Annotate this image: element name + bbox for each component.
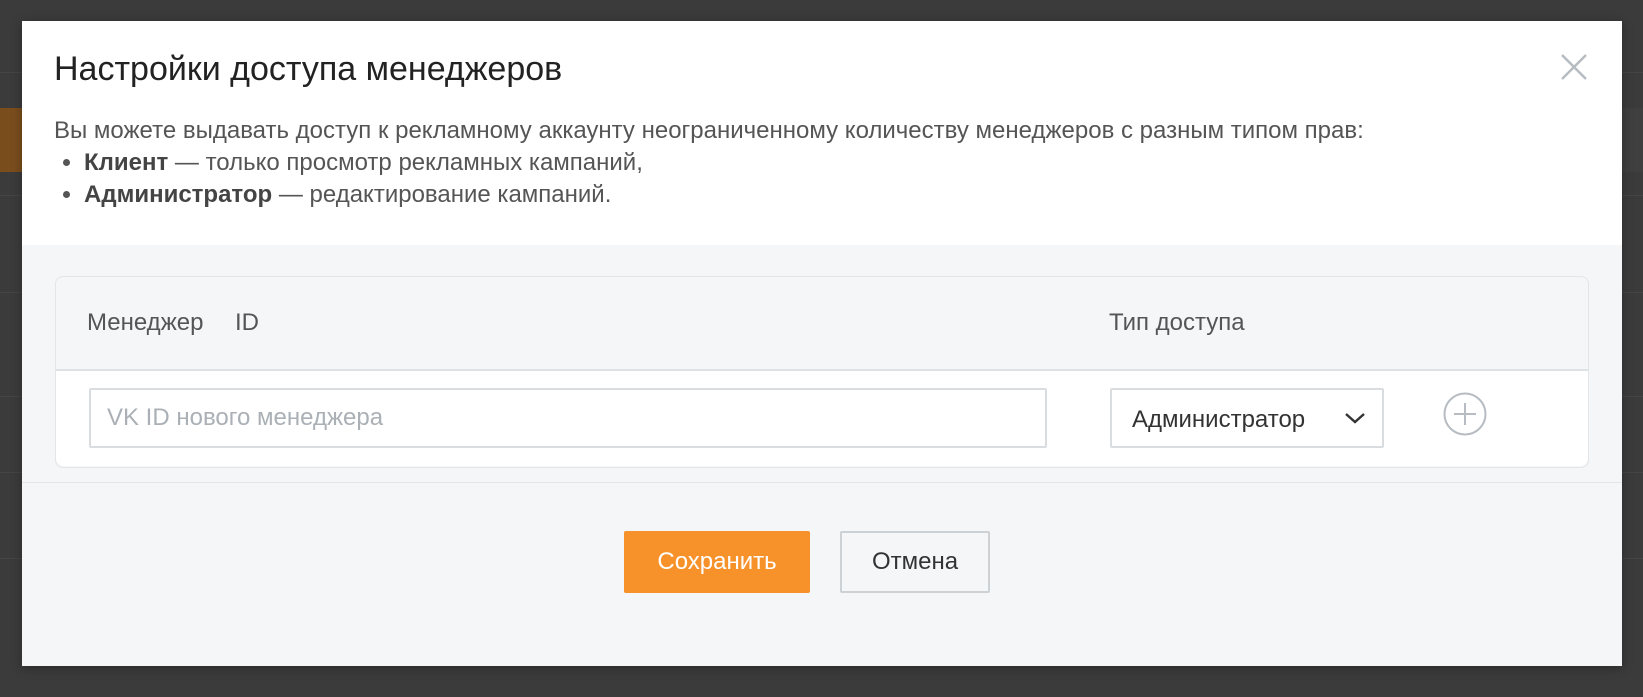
role-item-admin: Администратор — редактирование кампаний.: [84, 179, 1590, 211]
modal-title: Настройки доступа менеджеров: [54, 50, 563, 88]
modal-header: Настройки доступа менеджеров Вы можете в…: [22, 21, 1622, 245]
access-type-value: Администратор: [1132, 406, 1306, 433]
close-icon: [1561, 54, 1587, 80]
background-banner-right: [1621, 108, 1643, 172]
access-type-select[interactable]: Администратор: [1110, 388, 1384, 448]
role-name: Администратор: [84, 181, 273, 208]
description-text: Вы можете выдавать доступ к рекламному а…: [54, 117, 1364, 144]
column-access-type: Тип доступа: [1109, 309, 1245, 336]
column-id: ID: [235, 309, 259, 336]
column-manager: Менеджер: [87, 309, 204, 336]
table-header: Менеджер ID Тип доступа: [56, 277, 1588, 371]
modal-footer: Сохранить Отмена: [22, 482, 1622, 666]
modal-body: Менеджер ID Тип доступа Администратор: [22, 245, 1622, 505]
role-name: Клиент: [84, 149, 169, 176]
save-button[interactable]: Сохранить: [624, 531, 810, 593]
managers-table: Менеджер ID Тип доступа Администратор: [55, 276, 1589, 468]
close-button[interactable]: [1556, 49, 1592, 85]
role-text: — только просмотр рекламных кампаний,: [168, 149, 643, 176]
background-banner: [0, 108, 22, 172]
add-manager-button[interactable]: [1443, 392, 1487, 436]
role-list: Клиент — только просмотр рекламных кампа…: [54, 147, 1590, 211]
modal-description: Вы можете выдавать доступ к рекламному а…: [54, 115, 1590, 211]
vk-id-input[interactable]: [89, 388, 1047, 448]
role-item-client: Клиент — только просмотр рекламных кампа…: [84, 147, 1590, 179]
table-row: Администратор: [56, 371, 1588, 466]
cancel-button[interactable]: Отмена: [840, 531, 990, 593]
manager-access-modal: Настройки доступа менеджеров Вы можете в…: [22, 21, 1622, 666]
chevron-down-icon: [1345, 413, 1365, 424]
role-text: — редактирование кампаний.: [272, 181, 612, 208]
add-circle-icon: [1443, 392, 1487, 436]
